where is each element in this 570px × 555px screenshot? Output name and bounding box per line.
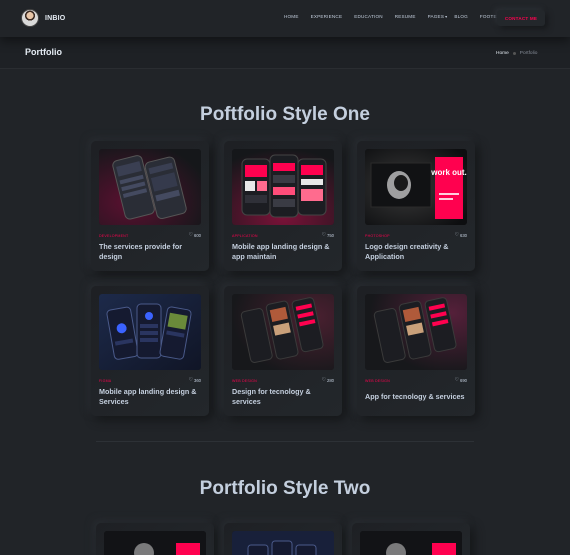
portfolio-thumbnail[interactable] (232, 531, 334, 555)
likes-count: 600 (194, 233, 201, 238)
portfolio-card[interactable]: DEVELOPMENT ♡ 600 The services provide fo… (91, 141, 209, 271)
portfolio-thumbnail[interactable] (104, 531, 206, 555)
heart-icon: ♡ (321, 232, 326, 238)
phone-mockup-image (232, 149, 334, 225)
card-category: DEVELOPMENT (99, 233, 129, 238)
top-navigation-bar: INBIO HOME EXPERIENCE EDUCATION RESUME P… (0, 0, 570, 37)
portfolio-preview-image (360, 531, 462, 555)
phone-mockup-image (365, 294, 467, 370)
breadcrumb: Home Portfolio (496, 51, 537, 56)
likes-counter[interactable]: ♡ 280 (321, 377, 334, 384)
nav-item-pages[interactable]: PAGES (428, 14, 448, 19)
portfolio-card[interactable]: work out. PHOTOSHOP ♡ 630 Logo design cre… (357, 141, 475, 271)
portfolio-card[interactable]: APPLICATION ♡ 750 Mobile app landing desi… (224, 141, 342, 271)
likes-count: 360 (194, 378, 201, 383)
main-nav: HOME EXPERIENCE EDUCATION RESUME PAGES B… (284, 14, 500, 19)
likes-count: 690 (460, 378, 467, 383)
heart-icon: ♡ (321, 377, 326, 383)
portfolio-card[interactable] (352, 523, 470, 555)
card-title[interactable]: Mobile app landing design & app maintain (232, 242, 336, 262)
heart-icon: ♡ (188, 377, 193, 383)
card-meta: WEB DESIGN ♡ 690 (365, 377, 467, 384)
section-title-style-two: Portfolio Style Two (199, 478, 371, 499)
nav-item-experience[interactable]: EXPERIENCE (311, 14, 343, 19)
card-category: WEB DESIGN (365, 378, 390, 383)
card-meta: DEVELOPMENT ♡ 600 (99, 232, 201, 239)
likes-count: 280 (327, 378, 334, 383)
card-meta: WEB DESIGN ♡ 280 (232, 377, 334, 384)
card-title[interactable]: Mobile app landing design & Services (99, 387, 203, 407)
breadcrumb-home-link[interactable]: Home (496, 51, 509, 56)
brand-name: INBIO (45, 14, 66, 22)
avatar (21, 9, 39, 27)
card-category: WEB DESIGN (232, 378, 257, 383)
section-title-style-one: Poftfolio Style One (200, 104, 370, 125)
phone-mockup-image (99, 294, 201, 370)
likes-count: 750 (327, 233, 334, 238)
contact-me-button[interactable]: CONTACT ME (497, 10, 545, 26)
portfolio-thumbnail[interactable] (232, 149, 334, 225)
portfolio-preview-image (104, 531, 206, 555)
card-title[interactable]: Design for tecnology & services (232, 387, 336, 407)
breadcrumb-bar: Portfolio Home Portfolio (0, 37, 570, 69)
portfolio-preview-image (232, 531, 334, 555)
likes-counter[interactable]: ♡ 600 (188, 232, 201, 239)
card-title[interactable]: The services provide for design (99, 242, 203, 262)
nav-item-blog[interactable]: BLOG (454, 14, 468, 19)
portfolio-thumbnail[interactable] (99, 294, 201, 370)
breadcrumb-separator (512, 52, 516, 55)
portfolio-card[interactable]: WEB DESIGN ♡ 280 Design for tecnology & s… (224, 286, 342, 416)
likes-counter[interactable]: ♡ 750 (321, 232, 334, 239)
card-category: PHOTOSHOP (365, 233, 390, 238)
card-meta: APPLICATION ♡ 750 (232, 232, 334, 239)
portfolio-card[interactable]: WEB DESIGN ♡ 690 App for tecnology & serv… (357, 286, 475, 416)
likes-counter[interactable]: ♡ 690 (454, 377, 467, 384)
breadcrumb-current: Portfolio (519, 51, 538, 56)
portfolio-thumbnail[interactable] (365, 294, 467, 370)
portfolio-card[interactable]: FIGMA ♡ 360 Mobile app landing design & S… (91, 286, 209, 416)
workout-poster-image: work out. (365, 149, 467, 225)
portfolio-thumbnail[interactable] (360, 531, 462, 555)
nav-item-home[interactable]: HOME (284, 14, 299, 19)
heart-icon: ♡ (188, 232, 193, 238)
card-title[interactable]: App for tecnology & services (365, 392, 469, 402)
nav-item-education[interactable]: EDUCATION (354, 14, 383, 19)
page-title: Portfolio (25, 47, 62, 57)
portfolio-thumbnail[interactable] (99, 149, 201, 225)
workout-poster-text: work out. (430, 168, 467, 177)
portfolio-thumbnail[interactable]: work out. (365, 149, 467, 225)
brand[interactable]: INBIO (21, 9, 65, 27)
phone-mockup-image (232, 294, 334, 370)
card-category: FIGMA (99, 378, 112, 383)
heart-icon: ♡ (454, 377, 459, 383)
card-meta: FIGMA ♡ 360 (99, 377, 201, 384)
card-meta: PHOTOSHOP ♡ 630 (365, 232, 467, 239)
likes-counter[interactable]: ♡ 360 (188, 377, 201, 384)
heart-icon: ♡ (454, 232, 459, 238)
likes-counter[interactable]: ♡ 630 (454, 232, 467, 239)
phone-mockup-image (99, 149, 201, 225)
portfolio-card[interactable] (96, 523, 214, 555)
nav-item-resume[interactable]: RESUME (395, 14, 416, 19)
likes-count: 630 (460, 233, 467, 238)
section-divider (96, 441, 474, 442)
card-title[interactable]: Logo design creativity & Application (365, 242, 469, 262)
card-category: APPLICATION (232, 233, 258, 238)
portfolio-card[interactable] (224, 523, 342, 555)
portfolio-thumbnail[interactable] (232, 294, 334, 370)
